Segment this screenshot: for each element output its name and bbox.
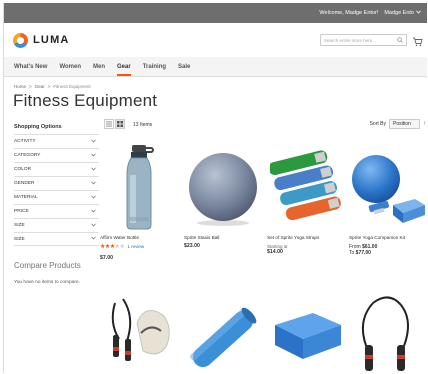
filter-label: SIZE: [14, 236, 25, 242]
filter-label: CATEGORY: [14, 153, 41, 158]
arrow-up-icon[interactable]: ↑: [423, 121, 426, 127]
filter-label: MATERIAL: [14, 195, 38, 200]
filter-size[interactable]: SIZE: [14, 218, 99, 232]
price-to-value: $77.00: [355, 250, 371, 256]
chevron-down-icon: [416, 10, 421, 16]
nav-item-gear[interactable]: Gear: [117, 64, 131, 76]
product-item[interactable]: Sprite Yoga Companion Kit From $61.00 To…: [349, 141, 427, 256]
browser-viewport: Welcome, Madge Entor! Madge Ento LUMA Se…: [3, 3, 427, 373]
filter-size-2[interactable]: SIZE: [14, 232, 99, 246]
search-icon[interactable]: [397, 36, 403, 44]
reviews-link[interactable]: 1 review: [127, 244, 144, 249]
product-rating: ★★★★★★★★★★ 1 review: [100, 243, 178, 250]
shopping-options-heading: Shopping Options: [14, 124, 62, 130]
filter-activity[interactable]: ACTIVITY: [14, 134, 99, 148]
chevron-down-icon: [91, 139, 96, 145]
compare-products-title: Compare Products: [14, 261, 81, 270]
breadcrumb-separator: >: [29, 84, 32, 89]
products-toolbar: 13 Items Sort By Position ↑: [100, 117, 427, 133]
product-image[interactable]: [349, 293, 427, 373]
filter-price[interactable]: PRICE: [14, 204, 99, 218]
nav-item-sale[interactable]: Sale: [178, 64, 190, 76]
item-count: 13 Items: [133, 122, 153, 128]
grid-view-icon: [117, 121, 123, 127]
chevron-down-icon: [91, 153, 96, 159]
filter-label: COLOR: [14, 167, 32, 172]
account-menu[interactable]: Madge Ento: [384, 10, 421, 16]
breadcrumb-separator: >: [47, 84, 51, 89]
product-image[interactable]: [349, 141, 427, 233]
main-navigation: What's New Women Men Gear Training Sale: [4, 57, 427, 77]
account-name: Madge Ento: [384, 10, 414, 16]
filter-label: PRICE: [14, 209, 29, 214]
breadcrumb: Home > Gear > Fitness Equipment: [14, 84, 91, 89]
product-name[interactable]: Sprite Yoga Companion Kit: [349, 235, 427, 240]
grid-view-button[interactable]: [115, 119, 125, 129]
filter-color[interactable]: COLOR: [14, 162, 99, 176]
store-logo[interactable]: LUMA: [13, 32, 70, 48]
product-image[interactable]: [100, 141, 178, 233]
chevron-down-icon: [91, 181, 96, 187]
sorter: Sort By Position ↑: [370, 119, 426, 129]
cart-icon[interactable]: [412, 34, 423, 47]
rating-stars: ★★★★★★★★★★: [100, 244, 125, 250]
price-to: To $77.00: [349, 250, 427, 256]
product-image[interactable]: [184, 293, 262, 373]
nav-item-training[interactable]: Training: [143, 64, 166, 76]
layered-navigation: Shopping Options ACTIVITY CATEGORY COLOR…: [14, 120, 99, 246]
chevron-down-icon: [91, 167, 96, 173]
filter-gender[interactable]: GENDER: [14, 176, 99, 190]
luma-logo-icon: [13, 32, 28, 48]
filter-label: SIZE: [14, 223, 25, 228]
nav-item-whats-new[interactable]: What's New: [14, 64, 47, 76]
welcome-message: Welcome, Madge Entor!: [319, 10, 379, 16]
product-item[interactable]: Affirm Water Bottle ★★★★★★★★★★ 1 review …: [100, 141, 178, 261]
filter-category[interactable]: CATEGORY: [14, 148, 99, 162]
sort-select[interactable]: Position: [389, 119, 420, 129]
product-name[interactable]: Set of Sprite Yoga Straps: [267, 235, 345, 240]
product-image[interactable]: [184, 141, 262, 233]
chevron-down-icon: [91, 209, 96, 215]
product-item[interactable]: [100, 293, 178, 373]
product-image[interactable]: [267, 293, 345, 373]
breadcrumb-current: Fitness Equipment: [53, 84, 91, 89]
product-item[interactable]: Sprite Stasis Ball $23.00: [184, 141, 262, 249]
filter-label: GENDER: [14, 181, 35, 186]
product-name[interactable]: Affirm Water Bottle: [100, 235, 178, 240]
product-item[interactable]: [184, 293, 262, 373]
product-item[interactable]: [267, 293, 345, 373]
nav-item-men[interactable]: Men: [93, 64, 105, 76]
product-price: $14.00: [267, 249, 283, 255]
site-header: LUMA Search entire store here...: [4, 23, 427, 57]
breadcrumb-home[interactable]: Home: [14, 84, 26, 89]
page-title: Fitness Equipment: [13, 91, 158, 110]
compare-empty-message: You have no items to compare.: [14, 280, 80, 285]
filter-material[interactable]: MATERIAL: [14, 190, 99, 204]
breadcrumb-gear[interactable]: Gear: [35, 84, 45, 89]
product-name[interactable]: Sprite Stasis Ball: [184, 235, 262, 240]
top-panel: Welcome, Madge Entor! Madge Ento: [4, 3, 427, 23]
list-view-icon: [106, 121, 112, 127]
price-to-label: To: [349, 250, 355, 256]
sort-label: Sort By: [369, 121, 386, 127]
chevron-down-icon: [91, 195, 96, 201]
product-item[interactable]: [349, 293, 427, 373]
product-image[interactable]: [267, 141, 345, 233]
product-price: $23.00: [184, 243, 200, 249]
filter-label: ACTIVITY: [14, 139, 36, 144]
chevron-down-icon: [91, 236, 96, 242]
product-image[interactable]: [100, 293, 178, 373]
logo-text: LUMA: [33, 34, 70, 46]
list-view-button[interactable]: [104, 119, 114, 129]
nav-item-women[interactable]: Women: [59, 64, 81, 76]
product-price: $7.00: [100, 255, 113, 261]
chevron-down-icon: [91, 223, 96, 229]
search-placeholder: Search entire store here...: [324, 37, 377, 43]
search-input[interactable]: Search entire store here...: [320, 34, 407, 46]
product-item[interactable]: Set of Sprite Yoga Straps Starting at $1…: [267, 141, 345, 255]
filter-list: ACTIVITY CATEGORY COLOR GENDER MATERIAL …: [14, 134, 99, 246]
